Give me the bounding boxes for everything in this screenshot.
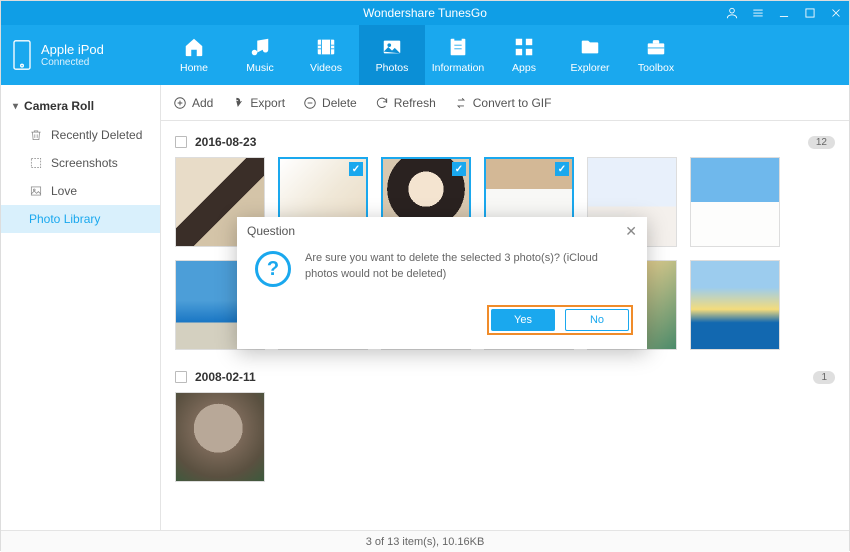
dialog-title: Question (247, 224, 295, 238)
refresh-label: Refresh (394, 96, 436, 110)
plus-icon (173, 96, 187, 110)
nav-videos-label: Videos (310, 62, 342, 74)
convert-icon (454, 96, 468, 110)
no-label: No (590, 314, 604, 326)
device-status: Connected (41, 57, 104, 68)
confirm-dialog: Question ✕ ? Are sure you want to delete… (237, 217, 647, 349)
trash-icon (29, 128, 43, 142)
refresh-icon (375, 96, 389, 110)
apps-icon (513, 36, 535, 58)
dialog-message: Are sure you want to delete the selected… (305, 251, 629, 287)
sidebar-item-label: Photo Library (29, 212, 100, 226)
videos-icon (315, 36, 337, 58)
delete-button[interactable]: Delete (303, 96, 357, 110)
device-panel[interactable]: Apple iPod Connected (1, 25, 161, 85)
close-icon[interactable] (829, 6, 843, 20)
nav-music-label: Music (246, 62, 273, 74)
menu-icon[interactable] (751, 6, 765, 20)
yes-button[interactable]: Yes (491, 309, 555, 331)
sidebar-item-label: Love (51, 184, 77, 198)
sidebar-head-label: Camera Roll (24, 99, 94, 113)
yes-label: Yes (514, 314, 532, 326)
nav-photos-label: Photos (376, 62, 409, 74)
nav-apps-label: Apps (512, 62, 536, 74)
check-icon (452, 162, 466, 176)
device-name: Apple iPod (41, 42, 104, 57)
user-icon[interactable] (725, 6, 739, 20)
device-icon (11, 39, 33, 71)
nav-photos[interactable]: Photos (359, 25, 425, 85)
explorer-icon (579, 36, 601, 58)
photo-thumb[interactable] (175, 392, 265, 482)
nav-toolbox[interactable]: Toolbox (623, 25, 689, 85)
add-button[interactable]: Add (173, 96, 213, 110)
convert-gif-button[interactable]: Convert to GIF (454, 96, 552, 110)
app-title: Wondershare TunesGo (363, 6, 487, 20)
sidebar: Camera Roll Recently Deleted Screenshots… (1, 85, 161, 530)
group-checkbox[interactable] (175, 371, 187, 383)
screenshot-icon (29, 156, 43, 170)
nav-apps[interactable]: Apps (491, 25, 557, 85)
sidebar-item-label: Recently Deleted (51, 128, 142, 142)
sidebar-item-recently-deleted[interactable]: Recently Deleted (1, 121, 160, 149)
highlight-box: Yes No (487, 305, 633, 335)
refresh-button[interactable]: Refresh (375, 96, 436, 110)
sidebar-item-label: Screenshots (51, 156, 118, 170)
status-bar: 3 of 13 item(s), 10.16KB (1, 530, 849, 552)
check-icon (349, 162, 363, 176)
export-label: Export (250, 96, 285, 110)
status-text: 3 of 13 item(s), 10.16KB (366, 536, 485, 548)
export-icon (231, 96, 245, 110)
toolbar: Add Export Delete Refresh Convert to GIF (161, 85, 849, 121)
no-button[interactable]: No (565, 309, 629, 331)
photos-icon (381, 36, 403, 58)
group-count: 1 (813, 371, 835, 384)
nav-information[interactable]: Information (425, 25, 491, 85)
window-titlebar: Wondershare TunesGo (1, 1, 849, 25)
delete-label: Delete (322, 96, 357, 110)
group-checkbox[interactable] (175, 136, 187, 148)
image-icon (29, 184, 43, 198)
nav-videos[interactable]: Videos (293, 25, 359, 85)
sidebar-item-screenshots[interactable]: Screenshots (1, 149, 160, 177)
group-date: 2008-02-11 (195, 370, 256, 384)
minus-icon (303, 96, 317, 110)
maximize-icon[interactable] (803, 6, 817, 20)
export-button[interactable]: Export (231, 96, 285, 110)
minimize-icon[interactable] (777, 6, 791, 20)
add-label: Add (192, 96, 213, 110)
dialog-close-icon[interactable]: ✕ (625, 223, 637, 240)
gif-label: Convert to GIF (473, 96, 552, 110)
toolbox-icon (645, 36, 667, 58)
nav-explorer-label: Explorer (570, 62, 609, 74)
nav-explorer[interactable]: Explorer (557, 25, 623, 85)
nav-music[interactable]: Music (227, 25, 293, 85)
nav-home-label: Home (180, 62, 208, 74)
information-icon (447, 36, 469, 58)
nav-information-label: Information (432, 62, 485, 74)
group-count: 12 (808, 136, 835, 149)
nav-toolbox-label: Toolbox (638, 62, 674, 74)
sidebar-item-love[interactable]: Love (1, 177, 160, 205)
check-icon (555, 162, 569, 176)
question-icon: ? (255, 251, 291, 287)
photo-thumb[interactable] (690, 260, 780, 350)
sidebar-item-photo-library[interactable]: Photo Library (1, 205, 160, 233)
group-date: 2016-08-23 (195, 135, 256, 149)
group-header: 2016-08-23 12 (175, 131, 835, 157)
nav-home[interactable]: Home (161, 25, 227, 85)
photo-thumb[interactable] (690, 157, 780, 247)
home-icon (183, 36, 205, 58)
music-icon (249, 36, 271, 58)
header-nav: Apple iPod Connected Home Music Videos P… (1, 25, 849, 85)
group-header: 2008-02-11 1 (175, 366, 835, 392)
sidebar-head-camera-roll[interactable]: Camera Roll (1, 91, 160, 121)
